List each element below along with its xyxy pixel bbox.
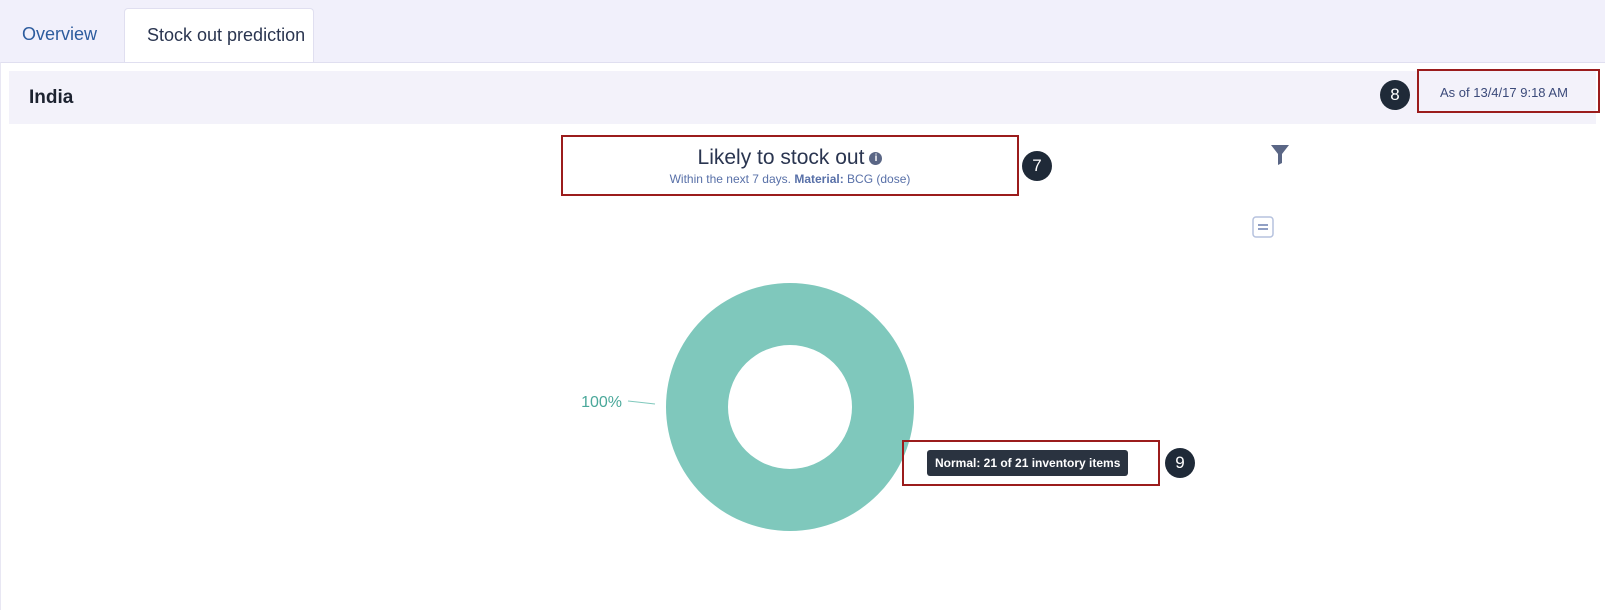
callout-marker-7: 7 xyxy=(1022,151,1052,181)
chart-tooltip: Normal: 21 of 21 inventory items xyxy=(927,450,1129,476)
tab-stock-out-prediction[interactable]: Stock out prediction xyxy=(124,8,314,63)
slice-label-leader-line xyxy=(627,400,656,405)
donut-chart: 100% xyxy=(581,283,914,531)
location-title: India xyxy=(29,87,74,108)
tab-bar: Overview Stock out prediction xyxy=(0,0,1605,63)
subtitle-period: Within the next 7 days. xyxy=(669,172,791,186)
filter-icon[interactable] xyxy=(1270,144,1290,166)
chart-subtitle: Within the next 7 days. Material: BCG (d… xyxy=(561,172,1019,186)
list-icon[interactable] xyxy=(1252,216,1274,238)
slice-label: 100% xyxy=(581,394,622,411)
as-of-timestamp: As of 13/4/17 9:18 AM xyxy=(1440,85,1568,100)
header-strip: India xyxy=(9,71,1596,124)
chart-title: Likely to stock out i xyxy=(561,146,1019,170)
info-icon[interactable]: i xyxy=(869,152,883,165)
donut-slices xyxy=(666,283,914,531)
subtitle-material-label: Material: xyxy=(794,172,844,186)
chart-title-text: Likely to stock out xyxy=(697,146,865,169)
donut-slice[interactable] xyxy=(666,283,914,531)
callout-marker-9: 9 xyxy=(1165,448,1195,478)
callout-marker-8: 8 xyxy=(1380,80,1410,110)
tab-overview[interactable]: Overview xyxy=(0,8,119,61)
subtitle-material-value: BCG (dose) xyxy=(847,172,911,186)
